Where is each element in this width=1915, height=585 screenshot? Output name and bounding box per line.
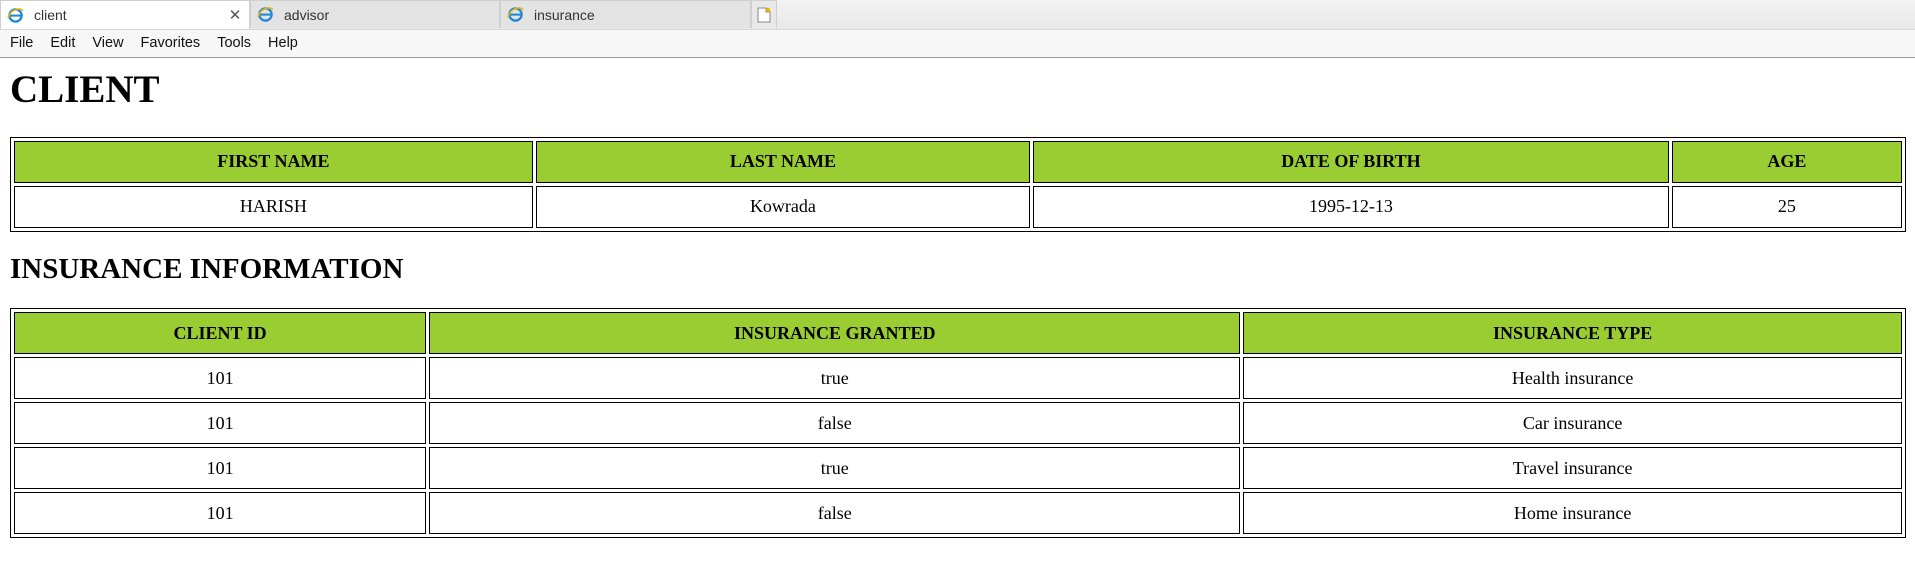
cell-insurance-type: Car insurance	[1243, 402, 1902, 445]
cell-client-id: 101	[14, 402, 427, 445]
menu-bar: File Edit View Favorites Tools Help	[0, 30, 1915, 58]
tab-client[interactable]: client ✕	[0, 0, 250, 29]
column-header-client-id: CLIENT ID	[14, 312, 427, 355]
column-header-insurance-granted: INSURANCE GRANTED	[429, 312, 1241, 355]
table-row: HARISH Kowrada 1995-12-13 25	[14, 185, 1902, 228]
cell-insurance-granted: true	[429, 357, 1241, 400]
client-table: FIRST NAME LAST NAME DATE OF BIRTH AGE H…	[10, 136, 1906, 232]
menu-edit[interactable]: Edit	[43, 30, 82, 57]
tab-label: client	[34, 7, 67, 23]
menu-file[interactable]: File	[0, 30, 40, 57]
ie-icon	[7, 7, 24, 23]
tab-label: insurance	[534, 6, 595, 23]
cell-insurance-granted: false	[429, 492, 1241, 535]
cell-last-name: Kowrada	[535, 185, 1031, 228]
cell-insurance-granted: false	[429, 402, 1241, 445]
menu-view[interactable]: View	[85, 30, 130, 57]
table-row: 101 true Health insurance	[14, 357, 1902, 400]
cell-insurance-type: Health insurance	[1243, 357, 1902, 400]
cell-insurance-type: Travel insurance	[1243, 447, 1902, 490]
table-row: 101 true Travel insurance	[14, 447, 1902, 490]
tab-insurance[interactable]: insurance	[500, 0, 751, 28]
column-header-age: AGE	[1671, 140, 1902, 183]
column-header-last-name: LAST NAME	[535, 140, 1031, 183]
new-tab-icon	[757, 7, 771, 22]
cell-insurance-type: Home insurance	[1243, 492, 1902, 535]
insurance-section-title: INSURANCE INFORMATION	[10, 252, 404, 285]
new-tab-button[interactable]	[751, 0, 777, 28]
menu-tools[interactable]: Tools	[210, 30, 258, 57]
insurance-table: CLIENT ID INSURANCE GRANTED INSURANCE TY…	[10, 308, 1906, 539]
column-header-insurance-type: INSURANCE TYPE	[1243, 312, 1902, 355]
menu-help[interactable]: Help	[261, 30, 305, 57]
table-row: 101 false Home insurance	[14, 492, 1902, 535]
cell-client-id: 101	[14, 357, 427, 400]
cell-insurance-granted: true	[429, 447, 1241, 490]
ie-icon	[257, 7, 274, 22]
tab-bar: client ✕ advisor insurance	[0, 0, 1915, 30]
cell-client-id: 101	[14, 447, 427, 490]
column-header-date-of-birth: DATE OF BIRTH	[1033, 140, 1669, 183]
menu-favorites[interactable]: Favorites	[134, 30, 208, 57]
cell-age: 25	[1671, 185, 1902, 228]
cell-date-of-birth: 1995-12-13	[1033, 185, 1669, 228]
table-row: 101 false Car insurance	[14, 402, 1902, 445]
cell-first-name: HARISH	[14, 185, 533, 228]
tab-label: advisor	[284, 6, 330, 23]
page-content: CLIENT FIRST NAME LAST NAME DATE OF BIRT…	[10, 58, 1906, 539]
tab-advisor[interactable]: advisor	[250, 0, 500, 28]
page-title: CLIENT	[10, 68, 160, 111]
ie-icon	[507, 7, 524, 22]
cell-client-id: 101	[14, 492, 427, 535]
table-header-row: FIRST NAME LAST NAME DATE OF BIRTH AGE	[14, 140, 1902, 183]
table-header-row: CLIENT ID INSURANCE GRANTED INSURANCE TY…	[14, 312, 1902, 355]
column-header-first-name: FIRST NAME	[14, 140, 533, 183]
close-icon[interactable]: ✕	[225, 6, 245, 24]
